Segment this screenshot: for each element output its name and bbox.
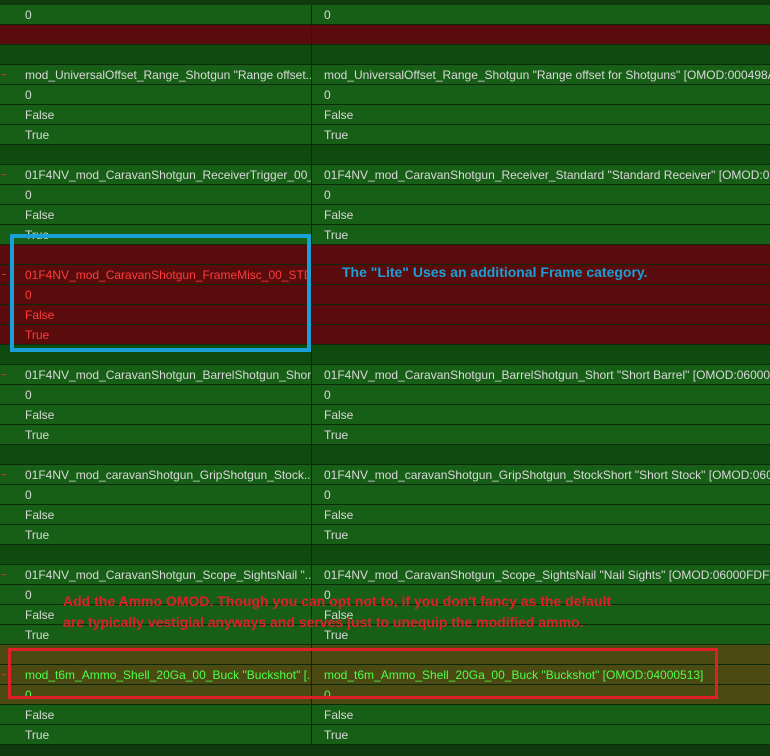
record-row[interactable]: True True [0,525,770,545]
record-row[interactable]: 00 [0,485,770,505]
cell-right[interactable]: False [312,205,770,225]
record-row[interactable]: 01F4NV_mod_CaravanShotgun_BarrelShotgun_… [0,365,770,385]
record-row[interactable]: False False [0,505,770,525]
cell-right[interactable] [312,305,770,325]
record-row[interactable] [0,445,770,465]
cell-right[interactable]: 01F4NV_mod_CaravanShotgun_Scope_SightsNa… [312,565,770,585]
record-row[interactable]: mod_UniversalOffset_Range_Shotgun "Range… [0,65,770,85]
cell-right[interactable]: False [312,405,770,425]
cell-right[interactable]: True [312,125,770,145]
record-row[interactable] [0,545,770,565]
record-row[interactable]: 01F4NV_mod_CaravanShotgun_Scope_SightsNa… [0,565,770,585]
cell-right[interactable]: mod_UniversalOffset_Range_Shotgun "Range… [312,65,770,85]
cell-right[interactable] [312,245,770,265]
record-row[interactable]: True True [0,425,770,445]
cell-left[interactable]: False [0,505,312,525]
cell-right[interactable] [312,325,770,345]
cell-right[interactable]: True [312,425,770,445]
record-comparison-grid: 0 0 mod_UniversalOffset_Range_Shotgun "Ran… [0,0,770,756]
cell-right[interactable] [312,25,770,45]
cell-right[interactable]: 01F4NV_mod_caravanShotgun_GripShotgun_St… [312,465,770,485]
cell-left[interactable]: 01F4NV_mod_CaravanShotgun_Scope_SightsNa… [0,565,312,585]
record-row[interactable]: True True [0,125,770,145]
cell-right[interactable]: 0 [312,385,770,405]
cell-right[interactable] [312,445,770,465]
cell-right[interactable] [312,145,770,165]
record-row[interactable] [0,45,770,65]
cell-left[interactable]: 01F4NV_mod_caravanShotgun_GripShotgun_St… [0,465,312,485]
record-row[interactable]: 00 [0,385,770,405]
record-row[interactable] [0,145,770,165]
cell-left[interactable]: True [0,425,312,445]
cell-left[interactable]: 0 [0,85,312,105]
cell-right[interactable]: 0 [312,5,770,25]
annotation-ammo-line-2: are typically vestigial anyways and serv… [63,614,584,630]
cell-right[interactable]: False [312,105,770,125]
cell-right[interactable]: True [312,225,770,245]
record-row[interactable]: 00 [0,185,770,205]
record-row[interactable]: True True [0,725,770,745]
cell-left[interactable] [0,25,312,45]
cell-left[interactable]: False [0,205,312,225]
cell-left[interactable]: 0 [0,185,312,205]
cell-left[interactable] [0,545,312,565]
record-row[interactable]: 01F4NV_mod_CaravanShotgun_ReceiverTrigge… [0,165,770,185]
cell-left[interactable]: False [0,405,312,425]
cell-right[interactable]: False [312,705,770,725]
cell-right[interactable] [312,285,770,305]
cell-left[interactable]: True [0,525,312,545]
cell-left[interactable] [0,445,312,465]
cell-right[interactable]: True [312,525,770,545]
record-row[interactable] [0,25,770,45]
highlight-box-ammo-omod [8,648,718,699]
cell-right[interactable]: False [312,505,770,525]
cell-left[interactable]: 01F4NV_mod_CaravanShotgun_BarrelShotgun_… [0,365,312,385]
cell-left[interactable]: 0 [0,385,312,405]
cell-left[interactable]: 0 [0,5,312,25]
annotation-frame-note: The "Lite" Uses an additional Frame cate… [342,264,648,280]
record-row[interactable]: False False [0,705,770,725]
cell-right[interactable]: 0 [312,485,770,505]
cell-right[interactable]: 01F4NV_mod_CaravanShotgun_Receiver_Stand… [312,165,770,185]
cell-left[interactable]: True [0,725,312,745]
cell-left[interactable] [0,145,312,165]
cell-left[interactable] [0,45,312,65]
cell-left[interactable]: False [0,705,312,725]
cell-right[interactable]: 0 [312,85,770,105]
cell-right[interactable] [312,45,770,65]
cell-left[interactable]: mod_UniversalOffset_Range_Shotgun "Range… [0,65,312,85]
annotation-ammo-line-1: Add the Ammo OMOD. Though you can opt no… [63,593,612,609]
cell-left[interactable]: 0 [0,485,312,505]
cell-right[interactable]: True [312,725,770,745]
record-row[interactable]: False False [0,105,770,125]
record-row[interactable]: 00 [0,85,770,105]
record-row[interactable]: 01F4NV_mod_caravanShotgun_GripShotgun_St… [0,465,770,485]
cell-right[interactable]: 0 [312,185,770,205]
cell-left[interactable]: 01F4NV_mod_CaravanShotgun_ReceiverTrigge… [0,165,312,185]
record-row[interactable]: False False [0,205,770,225]
cell-right[interactable] [312,345,770,365]
annotation-ammo-note: Add the Ammo OMOD. Though you can opt no… [63,591,611,633]
cell-right[interactable] [312,545,770,565]
record-row[interactable]: False False [0,405,770,425]
cell-left[interactable]: True [0,125,312,145]
cell-right[interactable]: 01F4NV_mod_CaravanShotgun_BarrelShotgun_… [312,365,770,385]
record-row[interactable]: 00 [0,5,770,25]
highlight-box-frame-category [10,234,311,352]
cell-left[interactable]: False [0,105,312,125]
